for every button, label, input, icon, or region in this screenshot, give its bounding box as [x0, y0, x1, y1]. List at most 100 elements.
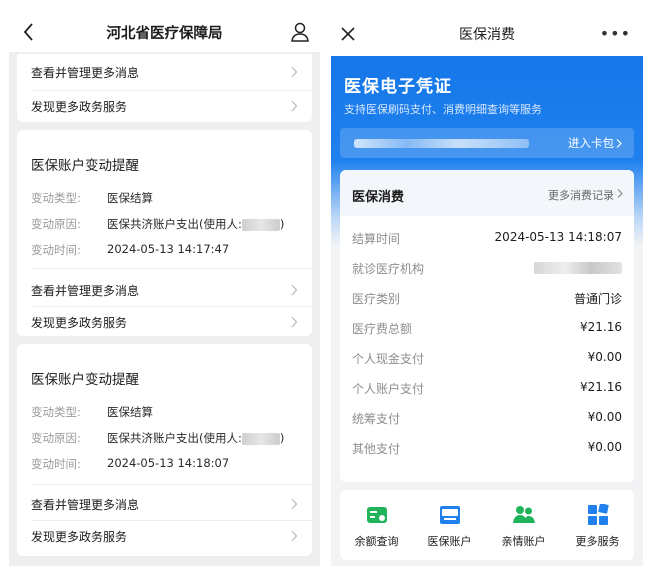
user-icon[interactable]: [290, 21, 310, 43]
field-label: 变动类型:: [31, 405, 81, 419]
insurance-account-button[interactable]: 医保账户: [413, 490, 486, 560]
service-label: 余额查询: [354, 535, 399, 548]
row-value: ¥21.16: [580, 380, 622, 394]
consumption-card: 医保消费 更多消费记录 结算时间 2024-05-13 14:18:07 就诊医…: [340, 170, 634, 482]
link-label: 查看并管理更多消息: [31, 497, 140, 512]
chevron-right-icon: [617, 189, 623, 198]
field-label: 变动时间:: [31, 243, 81, 257]
field-label: 变动时间:: [31, 457, 81, 471]
row-value: ¥0.00: [587, 440, 622, 454]
family-account-button[interactable]: 亲情账户: [487, 490, 560, 560]
more-services-link[interactable]: 发现更多政务服务: [17, 306, 312, 338]
account-change-card: 医保账户变动提醒 变动类型: 医保结算 变动原因: 医保共济账户支出(使用人:)…: [17, 130, 312, 336]
reason-text: 医保共济账户支出(使用人:: [107, 217, 242, 231]
change-reason-row: 变动原因: 医保共济账户支出(使用人:): [31, 216, 284, 232]
message-card-partial: 查看并管理更多消息 发现更多政务服务: [17, 54, 312, 122]
masked-card-number: [354, 139, 529, 148]
change-time-row: 变动时间: 2024-05-13 14:17:47: [31, 242, 229, 258]
manage-messages-link[interactable]: 查看并管理更多消息: [17, 488, 312, 520]
manage-messages-link[interactable]: 查看并管理更多消息: [17, 274, 312, 306]
chevron-right-icon: [291, 66, 298, 78]
divider: [31, 484, 312, 485]
chevron-right-icon: [291, 284, 298, 296]
pooled-payment-row: 统筹支付 ¥0.00: [352, 410, 622, 428]
balance-icon: [367, 507, 387, 523]
masked-name: [241, 432, 280, 445]
enter-wallet-button[interactable]: 进入卡包: [568, 135, 614, 151]
field-value: 医保共济账户支出(使用人:): [107, 430, 284, 446]
chevron-right-icon: [616, 139, 622, 148]
more-records-link[interactable]: 更多消费记录: [548, 187, 614, 203]
link-label: 发现更多政务服务: [31, 315, 128, 330]
link-label: 发现更多政务服务: [31, 529, 128, 544]
field-value: 医保结算: [107, 405, 153, 419]
card-title: 医保账户变动提醒: [31, 158, 139, 174]
service-label: 亲情账户: [501, 535, 546, 548]
row-label: 其他支付: [352, 442, 401, 456]
more-services-link[interactable]: 发现更多政务服务: [17, 520, 312, 552]
right-header: 医保消费 •••: [331, 12, 643, 56]
field-value: 医保共济账户支出(使用人:): [107, 216, 284, 232]
change-time-row: 变动时间: 2024-05-13 14:18:07: [31, 456, 229, 472]
reason-text: 医保共济账户支出(使用人:: [107, 431, 242, 445]
change-type-row: 变动类型: 医保结算: [31, 190, 153, 206]
more-services-button[interactable]: 更多服务: [561, 490, 634, 560]
reason-end: ): [279, 217, 285, 231]
field-value: 2024-05-13 14:18:07: [107, 456, 230, 470]
manage-messages-link[interactable]: 查看并管理更多消息: [17, 56, 312, 88]
consumption-header: 医保消费 更多消费记录: [340, 170, 634, 216]
balance-query-button[interactable]: 余额查询: [340, 490, 413, 560]
grid-icon: [588, 504, 609, 525]
divider: [31, 268, 312, 269]
row-label: 统筹支付: [352, 412, 401, 426]
row-label: 就诊医疗机构: [352, 262, 425, 276]
link-label: 发现更多政务服务: [31, 99, 128, 114]
page-title: 医保消费: [459, 27, 515, 43]
account-card-icon: [440, 506, 460, 524]
brand-title: 医保电子凭证: [344, 77, 452, 97]
page-title: 河北省医疗保障局: [106, 25, 223, 42]
settlement-time-row: 结算时间 2024-05-13 14:18:07: [352, 230, 622, 248]
chevron-right-icon: [291, 498, 298, 510]
family-icon: [513, 506, 535, 523]
chevron-right-icon: [291, 316, 298, 328]
link-label: 查看并管理更多消息: [31, 65, 140, 80]
account-change-card: 医保账户变动提醒 变动类型: 医保结算 变动原因: 医保共济账户支出(使用人:)…: [17, 344, 312, 556]
medical-category-row: 医疗类别 普通门诊: [352, 290, 622, 308]
close-icon[interactable]: [341, 27, 355, 41]
field-label: 变动原因:: [31, 431, 81, 445]
row-value: 2024-05-13 14:18:07: [494, 230, 622, 244]
row-label: 结算时间: [352, 232, 401, 246]
link-label: 查看并管理更多消息: [31, 283, 140, 298]
institution-row: 就诊医疗机构: [352, 260, 622, 278]
service-label: 更多服务: [575, 535, 620, 548]
chevron-right-icon: [291, 100, 298, 112]
left-screen: 河北省医疗保障局 查看并管理更多消息 发现更多政务服务 医保账户变动提醒 变动类…: [9, 12, 320, 566]
more-services-link[interactable]: 发现更多政务服务: [17, 90, 312, 122]
cash-payment-row: 个人现金支付 ¥0.00: [352, 350, 622, 368]
card-wallet-bar[interactable]: 进入卡包: [340, 128, 634, 158]
more-options-icon[interactable]: •••: [600, 26, 631, 42]
back-arrow-icon[interactable]: [19, 20, 39, 44]
reason-end: ): [279, 431, 285, 445]
row-value: ¥0.00: [587, 350, 622, 364]
other-payment-row: 其他支付 ¥0.00: [352, 440, 622, 458]
service-label: 医保账户: [427, 535, 472, 548]
left-header: 河北省医疗保障局: [9, 12, 320, 52]
chevron-right-icon: [291, 530, 298, 542]
consumption-title: 医保消费: [352, 190, 405, 205]
field-value: 2024-05-13 14:17:47: [107, 242, 230, 256]
masked-name: [241, 218, 280, 231]
field-label: 变动原因:: [31, 217, 81, 231]
row-value: ¥0.00: [587, 410, 622, 424]
brand-subtitle: 支持医保刷码支付、消费明细查询等服务: [344, 103, 542, 116]
row-value: ¥21.16: [580, 320, 622, 334]
change-type-row: 变动类型: 医保结算: [31, 404, 153, 420]
masked-institution: [534, 261, 622, 274]
row-label: 医疗费总额: [352, 322, 413, 336]
account-payment-row: 个人账户支付 ¥21.16: [352, 380, 622, 398]
field-label: 变动类型:: [31, 191, 81, 205]
service-bar: 余额查询 医保账户 亲情账户 更多服务: [340, 490, 634, 560]
change-reason-row: 变动原因: 医保共济账户支出(使用人:): [31, 430, 284, 446]
right-screen: 医保消费 ••• 医保电子凭证 支持医保刷码支付、消费明细查询等服务 进入卡包 …: [331, 12, 643, 566]
